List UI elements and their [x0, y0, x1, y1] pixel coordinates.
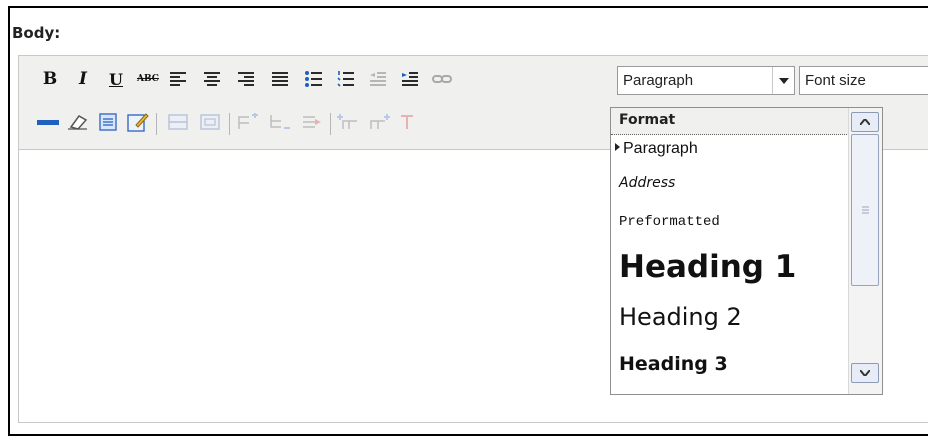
align-right-icon: [238, 72, 254, 86]
table-cell-props-button[interactable]: [197, 109, 223, 135]
eraser-icon: [68, 115, 88, 130]
insert-row-after-button[interactable]: [267, 109, 293, 135]
format-option-heading-1[interactable]: Heading 1: [611, 243, 849, 297]
italic-button-label: I: [79, 69, 87, 89]
indent-button[interactable]: [397, 66, 423, 92]
table-cell-icon: [200, 114, 220, 130]
format-option-heading-2[interactable]: Heading 2: [611, 297, 849, 343]
bold-button-label: B: [42, 69, 58, 89]
insert-row-after-icon: [270, 115, 290, 129]
document-icon: [99, 113, 117, 131]
format-option-label: Address: [619, 175, 676, 191]
delete-column-icon: [401, 115, 413, 129]
scrollbar-thumb[interactable]: [851, 134, 879, 286]
insert-column-after-icon: [370, 114, 390, 129]
horizontal-rule-icon: [37, 120, 59, 125]
indent-icon: [402, 72, 418, 86]
scroll-down-button[interactable]: [851, 363, 879, 383]
format-option-label: Paragraph: [623, 140, 698, 157]
align-center-button[interactable]: [199, 66, 225, 92]
format-option-address[interactable]: Address: [611, 167, 849, 205]
numbered-list-icon: [337, 71, 354, 87]
bold-button[interactable]: B: [37, 66, 63, 92]
format-option-heading-3[interactable]: Heading 3: [611, 343, 849, 393]
link-icon: [432, 75, 452, 83]
clean-html-button[interactable]: [95, 109, 121, 135]
align-justify-icon: [272, 72, 288, 86]
format-option-label: Preformatted: [619, 214, 720, 230]
format-dropdown-header: Format: [611, 108, 849, 135]
insert-row-before-button[interactable]: [235, 109, 261, 135]
insert-column-before-icon: [337, 114, 357, 129]
italic-button[interactable]: I: [70, 66, 96, 92]
scroll-up-button[interactable]: [851, 112, 879, 132]
outdent-button[interactable]: [365, 66, 391, 92]
format-option-paragraph[interactable]: Paragraph: [611, 135, 849, 167]
bullet-list-button[interactable]: [301, 66, 327, 92]
format-select-value: Paragraph: [623, 72, 694, 89]
toolbar-row-1: B I U ABC Paragraph Font size: [19, 60, 928, 96]
underline-button[interactable]: U: [103, 66, 129, 92]
bullet-list-icon: [305, 71, 322, 87]
outdent-icon: [370, 72, 386, 86]
font-size-select[interactable]: Font size: [799, 66, 928, 95]
body-field-label: Body:: [12, 24, 61, 42]
grip-icon: [862, 206, 869, 214]
edit-html-button[interactable]: [125, 109, 151, 135]
align-left-icon: [170, 72, 186, 86]
strikethrough-button-label: ABC: [137, 74, 159, 84]
toolbar-separator: [156, 113, 157, 135]
delete-row-icon: [303, 116, 321, 128]
align-justify-button[interactable]: [267, 66, 293, 92]
insert-row-before-icon: [238, 113, 258, 129]
remove-format-button[interactable]: [65, 109, 91, 135]
format-option-label: Heading 1: [619, 249, 797, 285]
horizontal-rule-button[interactable]: [35, 109, 61, 135]
align-center-icon: [204, 72, 220, 86]
edit-document-icon: [127, 113, 149, 132]
format-option-preformatted[interactable]: Preformatted: [611, 205, 849, 243]
insert-column-after-button[interactable]: [367, 109, 393, 135]
format-select[interactable]: Paragraph: [617, 66, 795, 95]
format-dropdown-scrollbar[interactable]: [848, 108, 882, 394]
format-option-label: Heading 2: [619, 303, 742, 331]
chevron-down-icon: [860, 370, 870, 376]
format-dropdown-title: Format: [619, 112, 676, 128]
format-option-label: Heading 3: [619, 353, 728, 375]
insert-column-before-button[interactable]: [335, 109, 361, 135]
toolbar-separator: [229, 113, 230, 135]
numbered-list-button[interactable]: [333, 66, 359, 92]
delete-column-button[interactable]: [395, 109, 421, 135]
link-button[interactable]: [429, 66, 455, 92]
font-size-select-value: Font size: [805, 72, 866, 89]
align-left-button[interactable]: [165, 66, 191, 92]
align-right-button[interactable]: [233, 66, 259, 92]
table-row-icon: [168, 114, 188, 130]
strikethrough-button[interactable]: ABC: [135, 66, 161, 92]
chevron-up-icon: [860, 119, 870, 125]
delete-row-button[interactable]: [299, 109, 325, 135]
chevron-down-icon[interactable]: [772, 67, 794, 94]
format-dropdown[interactable]: Format Paragraph Address Preformatted He…: [610, 107, 883, 395]
table-row-props-button[interactable]: [165, 109, 191, 135]
underline-button-label: U: [109, 69, 123, 89]
toolbar-separator: [330, 113, 331, 135]
